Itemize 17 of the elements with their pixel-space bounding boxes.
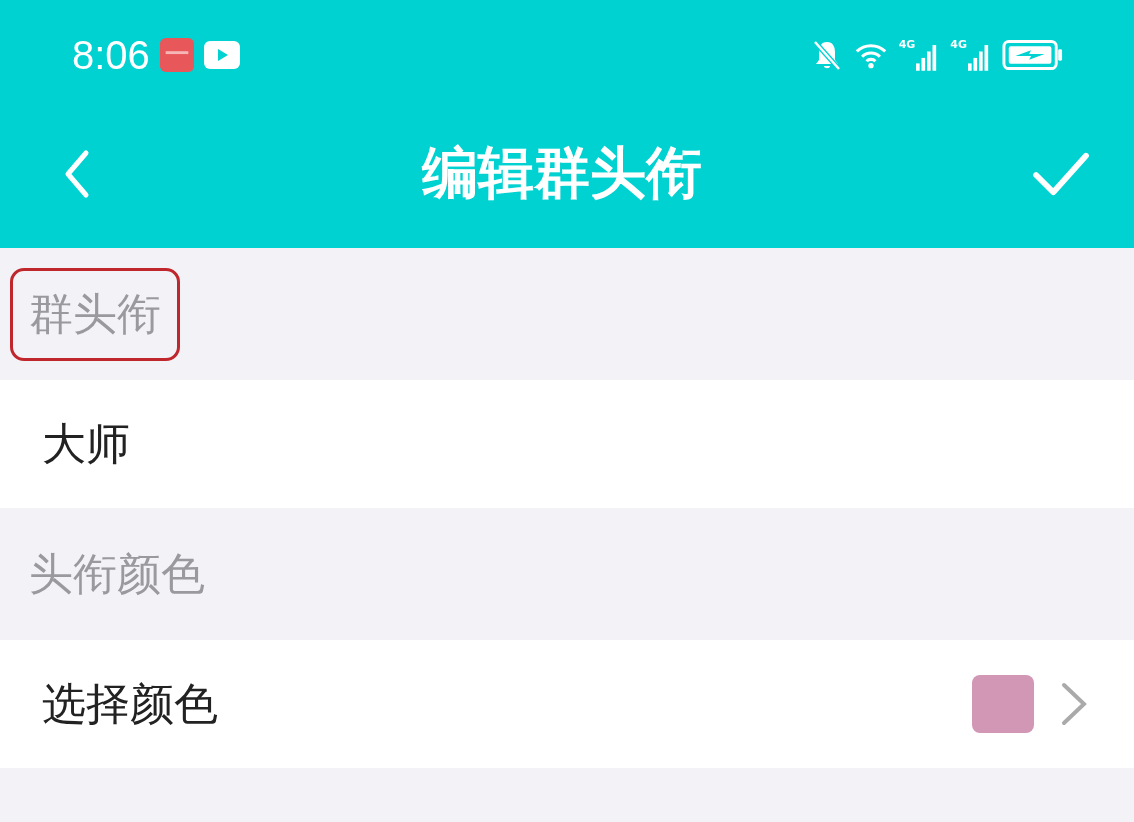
title-value: 大师 — [42, 416, 131, 471]
signal-icon — [916, 42, 939, 72]
network-type-label: 4G — [950, 38, 967, 51]
color-picker-row[interactable]: 选择颜色 — [0, 640, 1134, 768]
signal-icon — [968, 42, 990, 72]
section-label: 群头衔 — [10, 267, 180, 361]
checkmark-icon[interactable] — [1032, 150, 1090, 198]
page-title: 编辑群头衔 — [422, 139, 702, 207]
network-type-label: 4G — [898, 38, 916, 51]
battery-charging-icon — [1002, 39, 1064, 71]
section-label: 头衔颜色 — [28, 546, 206, 601]
row-label: 选择颜色 — [42, 676, 219, 731]
video-play-icon — [203, 41, 240, 69]
chevron-right-icon — [1060, 682, 1088, 726]
status-time: 8:06 — [72, 32, 150, 78]
app-notification-icon — [159, 38, 194, 72]
title-input-field[interactable]: 大师 — [0, 380, 1134, 508]
